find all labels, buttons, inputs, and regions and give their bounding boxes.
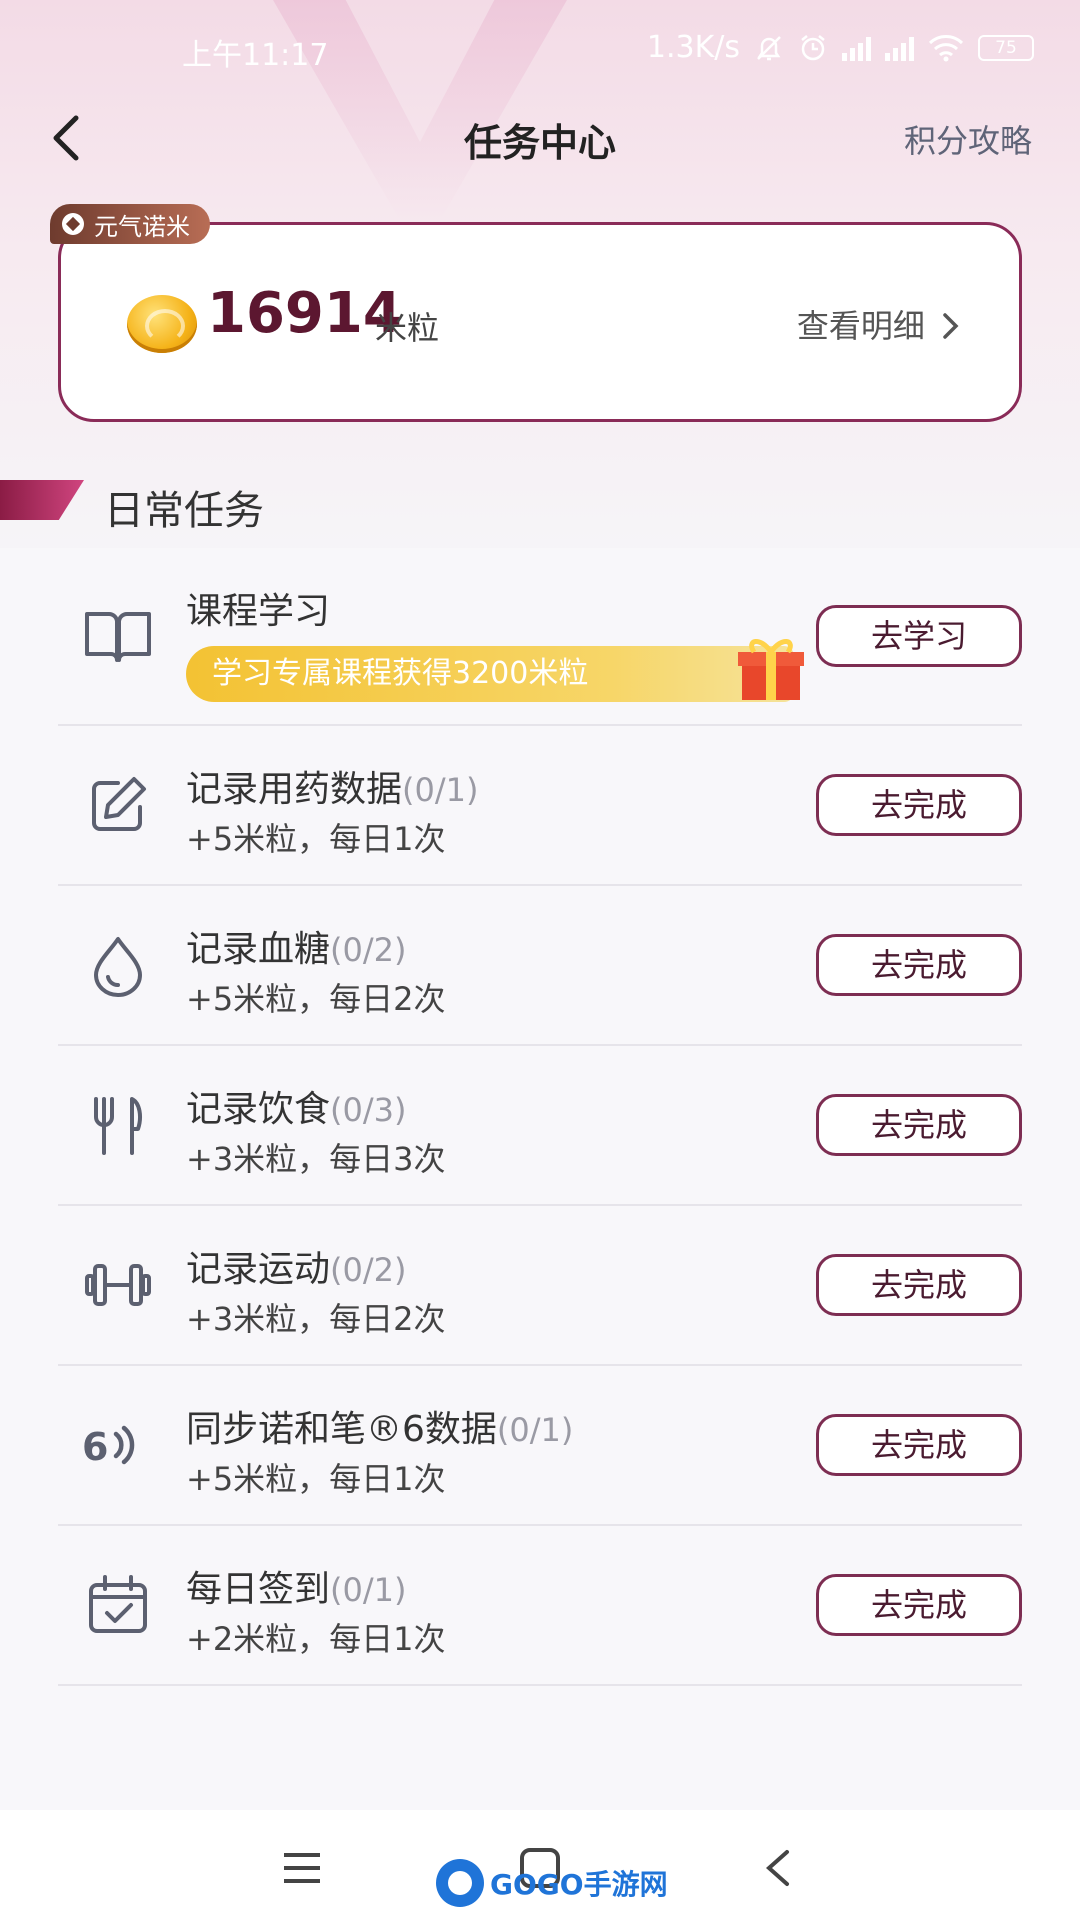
- sync-pen-icon: 6: [82, 1409, 154, 1481]
- task-row-sync-pen: 6 同步诺和笔®6数据(0/1) +5米粒，每日1次 去完成: [58, 1366, 1022, 1526]
- drop-icon: [82, 929, 154, 1001]
- coin-icon: [127, 295, 197, 353]
- watermark: GOGO手游网: [436, 1854, 668, 1912]
- task-name: 每日签到(0/1): [186, 1569, 407, 1610]
- signal-icon: [842, 35, 871, 61]
- task-reward: +2米粒，每日1次: [186, 1620, 446, 1658]
- task-progress: (0/3): [330, 1091, 407, 1129]
- svg-text:6: 6: [82, 1425, 108, 1469]
- points-card: 16914 米粒 查看明细: [58, 222, 1022, 422]
- task-row-blood-glucose: 记录血糖(0/2) +5米粒，每日2次 去完成: [58, 886, 1022, 1046]
- task-progress: (0/1): [496, 1411, 574, 1449]
- task-name: 记录运动(0/2): [186, 1249, 407, 1290]
- task-row-course: 课程学习 学习专属课程获得3200米粒 去学习: [58, 548, 1022, 726]
- task-progress: (0/2): [330, 931, 407, 969]
- fork-knife-icon: [82, 1089, 154, 1161]
- wifi-icon: [928, 34, 964, 61]
- task-reward: +5米粒，每日2次: [186, 980, 446, 1018]
- complete-button[interactable]: 去完成: [816, 1254, 1022, 1316]
- status-indicators: 1.3K/s 75: [647, 30, 1034, 65]
- menu-icon: [284, 1853, 320, 1883]
- task-row-medication: 记录用药数据(0/1) +5米粒，每日1次 去完成: [58, 726, 1022, 886]
- task-row-exercise: 记录运动(0/2) +3米粒，每日2次 去完成: [58, 1206, 1022, 1366]
- menu-button[interactable]: [272, 1838, 332, 1898]
- task-name: 同步诺和笔®6数据(0/1): [186, 1409, 574, 1450]
- view-details-link[interactable]: 查看明细: [797, 301, 961, 347]
- complete-button[interactable]: 去完成: [816, 934, 1022, 996]
- task-reward: +3米粒，每日2次: [186, 1300, 446, 1338]
- view-details-label: 查看明细: [796, 307, 925, 345]
- task-name: 课程学习: [186, 591, 331, 632]
- status-time: 上午11:17: [182, 38, 329, 73]
- brand-tag: 元气诺米: [50, 204, 210, 244]
- promo-label: 学习专属课程获得3200米粒: [212, 656, 589, 691]
- calendar-check-icon: [82, 1569, 154, 1641]
- task-progress: (0/2): [330, 1251, 407, 1289]
- system-nav-bar: GOGO手游网: [0, 1810, 1080, 1920]
- gift-icon: [738, 639, 804, 700]
- complete-button[interactable]: 去完成: [816, 774, 1022, 836]
- edit-icon: [82, 769, 154, 841]
- task-reward: +5米粒，每日1次: [186, 1460, 446, 1498]
- complete-button[interactable]: 去完成: [816, 1414, 1022, 1476]
- task-progress: (0/1): [402, 771, 479, 809]
- watermark-logo-icon: [436, 1859, 484, 1907]
- brand-logo-icon: [62, 213, 84, 235]
- points-value: 16914: [207, 281, 402, 346]
- task-reward: +3米粒，每日3次: [186, 1140, 446, 1178]
- task-list: 课程学习 学习专属课程获得3200米粒 去学习 记录用药数据(0/1) +5米粒…: [0, 548, 1080, 1810]
- course-promo-banner: 学习专属课程获得3200米粒: [186, 639, 804, 702]
- brand-tag-label: 元气诺米: [94, 212, 190, 241]
- back-arrow-icon: [765, 1850, 789, 1886]
- points-guide-link[interactable]: 积分攻略: [904, 116, 1032, 162]
- back-nav-button[interactable]: [748, 1838, 808, 1898]
- task-row-diet: 记录饮食(0/3) +3米粒，每日3次 去完成: [58, 1046, 1022, 1206]
- dumbbell-icon: [82, 1249, 154, 1321]
- network-speed: 1.3K/s: [646, 30, 740, 65]
- section-title: 日常任务: [104, 488, 264, 534]
- task-name: 记录饮食(0/3): [186, 1089, 407, 1130]
- go-study-button[interactable]: 去学习: [816, 605, 1022, 667]
- watermark-label: GOGO手游网: [490, 1868, 668, 1901]
- points-unit: 米粒: [375, 309, 440, 347]
- task-name: 记录用药数据(0/1): [186, 769, 479, 810]
- page-header: 任务中心 积分攻略: [0, 96, 1080, 184]
- book-icon: [82, 600, 154, 672]
- mute-icon: [757, 35, 781, 60]
- alarm-icon: [801, 34, 825, 60]
- task-reward: +5米粒，每日1次: [186, 820, 446, 858]
- task-name: 记录血糖(0/2): [186, 929, 407, 970]
- task-progress: (0/1): [330, 1571, 407, 1609]
- task-row-check-in: 每日签到(0/1) +2米粒，每日1次 去完成: [58, 1526, 1022, 1686]
- battery-icon: 75: [978, 34, 1034, 61]
- complete-button[interactable]: 去完成: [816, 1094, 1022, 1156]
- signal-icon-2: [885, 35, 914, 61]
- chevron-right-icon: [943, 313, 959, 339]
- complete-button[interactable]: 去完成: [816, 1574, 1022, 1636]
- status-bar: 上午11:17 1.3K/s 75: [0, 0, 1080, 96]
